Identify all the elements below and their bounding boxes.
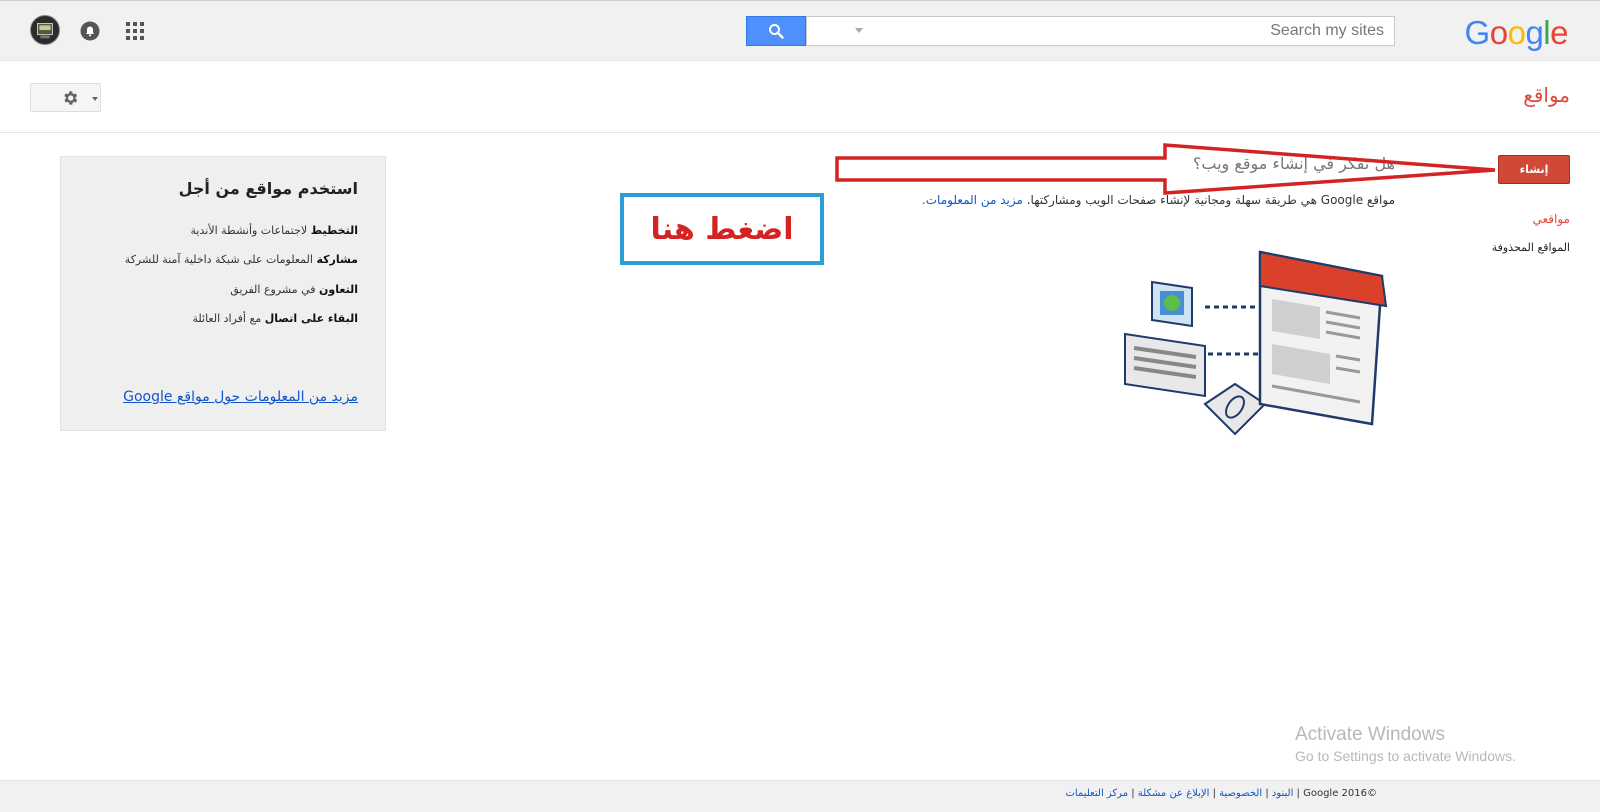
search-icon <box>769 24 784 39</box>
panel-item-bold: التعاون <box>319 283 358 296</box>
search-input[interactable] <box>807 17 1394 45</box>
chevron-down-icon <box>92 97 98 101</box>
panel-item: مشاركة المعلومات على شبكة داخلية آمنة لل… <box>125 253 358 266</box>
footer-link-report[interactable]: الإبلاغ عن مشكلة <box>1138 788 1210 799</box>
watermark-line1: Activate Windows <box>1295 724 1445 745</box>
footer-link-terms[interactable]: البنود <box>1272 788 1293 799</box>
apps-grid-icon <box>126 22 144 40</box>
settings-button[interactable] <box>30 83 101 112</box>
panel-item-text: مع أفراد العائلة <box>192 312 265 325</box>
top-bar: Google <box>0 0 1600 61</box>
logo-letter: G <box>1464 14 1491 51</box>
panel-item-bold: مشاركة <box>316 253 358 266</box>
page-title: مواقع <box>1523 83 1570 107</box>
panel-item-text: المعلومات على شبكة داخلية آمنة للشركة <box>124 253 317 266</box>
footer: ©Google 2016 | البنود | الخصوصية | الإبل… <box>0 780 1600 812</box>
sidebar-item-deleted-sites[interactable]: المواقع المحذوفة <box>1492 241 1570 254</box>
panel-item-bold: البقاء على اتصال <box>264 312 358 325</box>
activation-watermark: Activate Windows Go to Settings to activ… <box>1295 724 1516 764</box>
panel-item-text: لاجتماعات وأنشطة الأندية <box>190 224 311 237</box>
avatar[interactable] <box>30 15 60 45</box>
panel-item: التخطيط لاجتماعات وأنشطة الأندية <box>191 224 358 237</box>
sub-header: مواقع <box>0 61 1600 133</box>
sidebar-item-my-sites[interactable]: مواقعي <box>1533 212 1571 226</box>
footer-separator: | <box>1209 788 1220 799</box>
description-text: مواقع Google هي طريقة سهلة ومجانية لإنشا… <box>1026 193 1395 207</box>
logo-letter: o <box>1507 14 1526 51</box>
footer-link-help[interactable]: مركز التعليمات <box>1065 788 1128 799</box>
search-button[interactable] <box>746 16 806 46</box>
gear-icon <box>64 91 78 105</box>
footer-separator: | <box>1262 788 1272 799</box>
panel-item-bold: التخطيط <box>310 224 358 237</box>
uses-panel: استخدم مواقع من أجل التخطيط لاجتماعات وأ… <box>60 156 386 431</box>
bell-icon <box>80 21 100 41</box>
panel-item: البقاء على اتصال مع أفراد العائلة <box>192 312 358 325</box>
panel-item-text: في مشروع الفريق <box>230 283 320 296</box>
footer-copyright: ©Google 2016 <box>1303 788 1377 799</box>
logo-letter: o <box>1489 14 1508 51</box>
search-field[interactable] <box>806 16 1395 46</box>
apps-button[interactable] <box>125 21 145 41</box>
footer-separator: | <box>1293 788 1304 799</box>
footer-separator: | <box>1128 788 1138 799</box>
logo-letter: g <box>1525 14 1544 51</box>
annotation-box: اضغط هنا <box>620 193 824 265</box>
annotation-text: اضغط هنا <box>650 211 794 247</box>
panel-item: التعاون في مشروع الفريق <box>230 283 358 296</box>
logo-letter: e <box>1550 14 1568 51</box>
notifications-button[interactable] <box>80 21 100 41</box>
footer-link-privacy[interactable]: الخصوصية <box>1219 788 1262 799</box>
avatar-image-icon <box>37 23 53 39</box>
footer-links: ©Google 2016 | البنود | الخصوصية | الإبل… <box>1065 788 1377 799</box>
intro-description: مواقع Google هي طريقة سهلة ومجانية لإنشا… <box>922 193 1395 207</box>
learn-more-link[interactable]: مزيد من المعلومات. <box>922 193 1023 207</box>
watermark-line2: Go to Settings to activate Windows. <box>1295 748 1516 764</box>
annotation-arrow-icon <box>835 143 1496 195</box>
panel-title: استخدم مواقع من أجل <box>178 179 358 198</box>
google-logo[interactable]: Google <box>1464 14 1569 52</box>
create-button[interactable]: إنشاء <box>1498 155 1570 184</box>
more-about-sites-link[interactable]: مزيد من المعلومات حول مواقع Google <box>123 389 358 405</box>
sites-illustration-icon <box>1124 250 1388 436</box>
chevron-down-icon[interactable] <box>855 28 863 33</box>
